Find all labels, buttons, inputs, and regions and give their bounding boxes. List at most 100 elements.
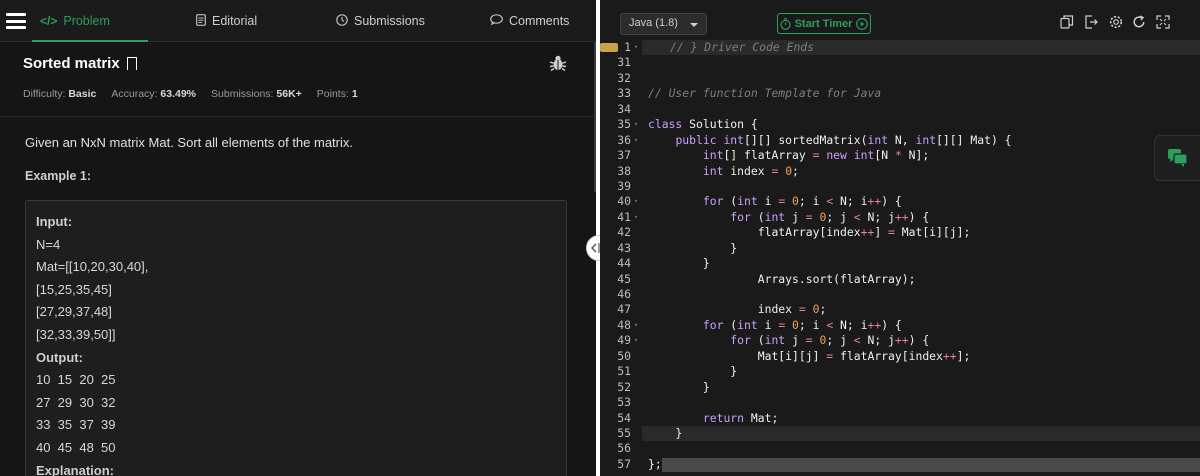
code-line: 48 ▾ for (int i = 0; i < N; i++) {: [600, 318, 1200, 333]
code-text: }: [648, 364, 738, 379]
fold-arrow-icon[interactable]: ▾: [634, 210, 638, 225]
tab-editorial[interactable]: Editorial: [196, 0, 257, 42]
line-number: 38: [617, 163, 631, 178]
example-line: Mat=[[10,20,30,40],: [36, 259, 149, 275]
fullscreen-icon[interactable]: [1156, 15, 1170, 29]
code-line: 50 Mat[i][j] = flatArray[index++];: [600, 349, 1200, 364]
code-text: return Mat;: [702, 410, 779, 425]
example-box: Input: N=4 Mat=[[10,20,30,40], [15,25,35,45…: [25, 200, 567, 476]
active-tab-indicator: [32, 40, 148, 42]
line-number: 1: [624, 40, 631, 54]
code-line: 44 }: [600, 256, 1200, 271]
code-line: 42 flatArray[index++] = Mat[i][j];: [600, 225, 1200, 240]
comment-icon: [490, 14, 503, 28]
problem-description: Given an NxN matrix Mat. Sort all elemen…: [25, 135, 353, 150]
start-timer-button[interactable]: Start Timer: [777, 13, 871, 34]
code-icon: </>: [40, 14, 58, 28]
stopwatch-icon: [779, 17, 791, 30]
code-line: 38 int index = 0;: [600, 164, 1200, 179]
problem-title: Sorted matrix: [23, 55, 137, 74]
code-text: }: [648, 256, 710, 271]
fold-arrow-icon[interactable]: ▾: [634, 318, 638, 333]
code-text: int index = 0;: [702, 163, 799, 178]
reset-icon[interactable]: [1132, 15, 1146, 29]
example-line: [15,25,35,45]: [36, 281, 112, 297]
code-text: public int[][] sortedMatrix(int N, int[]…: [675, 132, 1012, 147]
line-number: 50: [617, 348, 631, 363]
fold-arrow-icon[interactable]: ▾: [634, 133, 638, 148]
bookmark-icon[interactable]: [126, 57, 137, 74]
line-number: 39: [617, 178, 631, 193]
code-text: }: [648, 240, 738, 255]
points-label: Points:: [316, 88, 349, 100]
code-line: 31: [600, 55, 1200, 70]
fold-arrow-icon[interactable]: ▾: [634, 40, 638, 55]
language-select[interactable]: Java (1.8): [620, 13, 707, 35]
document-icon: [196, 13, 206, 29]
chevron-down-icon: [690, 23, 698, 27]
example-heading: Example 1:: [25, 169, 92, 183]
example-line: N=4: [36, 236, 61, 252]
accuracy: Accuracy: 63.49%: [111, 88, 196, 100]
submissions-value: 56K+: [276, 88, 302, 100]
code-line: 40 ▾ for (int i = 0; i < N; i++) {: [600, 194, 1200, 209]
settings-icon[interactable]: [1109, 15, 1123, 29]
code-text: };: [648, 456, 662, 471]
line-number: 40: [617, 194, 631, 209]
code-text: Mat[i][j] = flatArray[index++];: [648, 348, 971, 363]
bug-report-icon[interactable]: [549, 54, 567, 72]
language-value: Java (1.8): [629, 17, 678, 29]
code-line: 54 return Mat;: [600, 411, 1200, 426]
copy-icon[interactable]: [1060, 15, 1074, 29]
problem-title-text: Sorted matrix: [23, 55, 120, 72]
line-number: 45: [617, 271, 631, 286]
code-line: 53: [600, 395, 1200, 410]
example-line: 10 15 20 25: [36, 372, 116, 388]
submissions: Submissions: 56K+: [211, 88, 302, 100]
chat-icon: [1167, 149, 1188, 167]
example-line: [27,29,37,48]: [36, 304, 112, 320]
code-text: class Solution {: [648, 117, 758, 132]
line-number: 56: [617, 441, 631, 456]
fold-arrow-icon[interactable]: ▾: [634, 117, 638, 132]
code-line: 47 index = 0;: [600, 302, 1200, 317]
code-text: }: [648, 425, 683, 440]
code-line: 55 }: [600, 425, 1200, 442]
fold-arrow-icon[interactable]: ▾: [634, 333, 638, 348]
code-line: 46: [600, 287, 1200, 302]
code-line: 49 ▾ for (int j = 0; j < N; j++) {: [600, 333, 1200, 348]
line-number: 53: [617, 395, 631, 410]
line-number: 47: [617, 302, 631, 317]
divider: [0, 116, 596, 117]
start-timer-label: Start Timer: [794, 17, 853, 30]
code-line: 35 ▾ class Solution {: [600, 117, 1200, 132]
tab-problem[interactable]: </> Problem: [40, 0, 110, 42]
code-text: for (int j = 0; j < N; j++) {: [730, 209, 930, 224]
export-icon[interactable]: [1084, 15, 1098, 29]
code-text: for (int i = 0; i < N; i++) {: [702, 194, 902, 209]
code-line: 37 int[] flatArray = new int[N * N];: [600, 148, 1200, 163]
selection-highlight: [662, 457, 1200, 472]
code-text: int[] flatArray = new int[N * N];: [702, 148, 930, 163]
line-highlight: [642, 425, 1200, 442]
example-line: 27 29 30 32: [36, 394, 116, 410]
line-number: 49: [617, 333, 631, 348]
menu-icon[interactable]: [6, 13, 26, 29]
line-number: 51: [617, 364, 631, 379]
fold-arrow-icon[interactable]: ▾: [634, 194, 638, 209]
problem-meta: Difficulty: Basic Accuracy: 63.49% Submi…: [23, 88, 358, 100]
code-line: 33 // User function Template for Java: [600, 86, 1200, 101]
problem-panel: </> Problem Editorial Submissions Commen…: [0, 0, 596, 476]
line-number: 48: [617, 317, 631, 332]
code-text: }: [648, 379, 710, 394]
code-line: 56: [600, 441, 1200, 456]
tab-submissions[interactable]: Submissions: [336, 0, 425, 42]
tab-comments[interactable]: Comments: [490, 0, 569, 42]
code-text: flatArray[index++] = Mat[i][j];: [648, 225, 971, 240]
points-value: 1: [351, 88, 358, 100]
accuracy-label: Accuracy:: [111, 88, 158, 100]
code-editor[interactable]: 1 ▾// } Driver Code Ends 31 32 33// User fun…: [600, 40, 1200, 476]
chat-button[interactable]: [1154, 135, 1200, 181]
tab-problem-label: Problem: [63, 14, 110, 28]
line-number: 36: [617, 132, 631, 147]
